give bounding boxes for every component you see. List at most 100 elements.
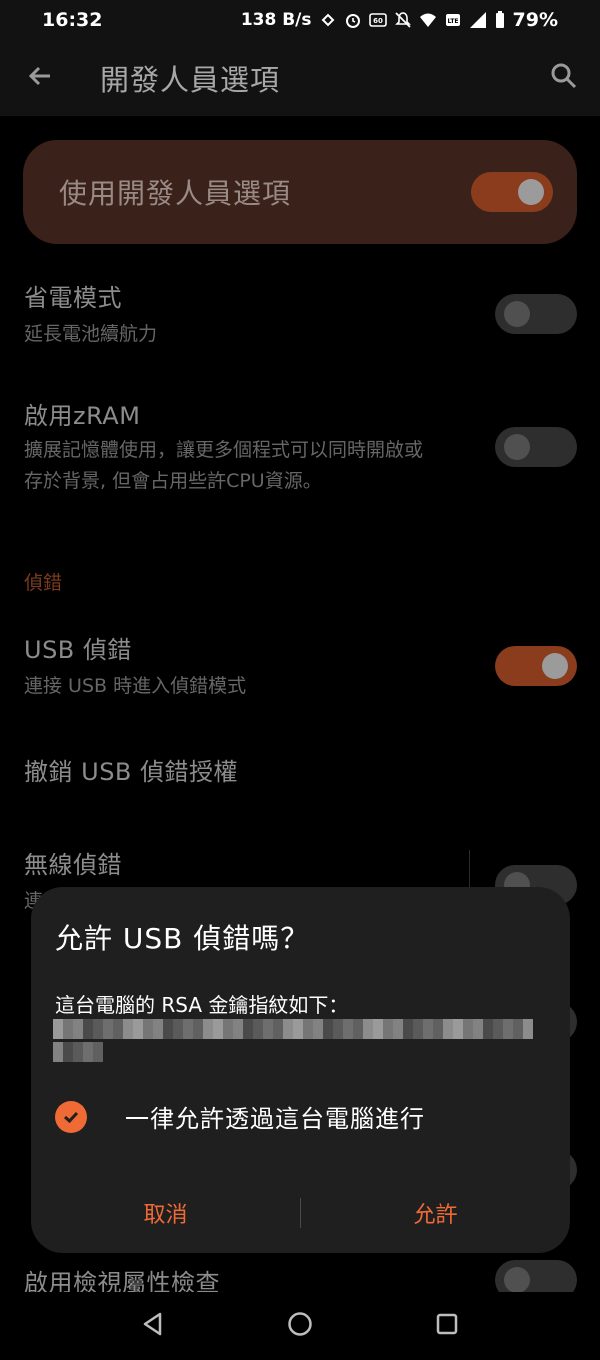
switch-knob [504, 433, 530, 460]
svg-text:LTE: LTE [447, 18, 458, 25]
refresh-rate-icon: 60 [368, 11, 387, 29]
usb-debug-switch[interactable] [495, 646, 577, 686]
setting-title: 無線偵錯 [24, 851, 122, 879]
master-toggle-label: 使用開發人員選項 [59, 177, 292, 210]
setting-title: 撤銷 USB 偵錯授權 [24, 758, 239, 786]
redaction-pixel [123, 1019, 133, 1039]
redaction-pixel [483, 1019, 493, 1039]
dialog-buttons: 取消 允許 [31, 1193, 570, 1233]
redaction-pixel [103, 1019, 113, 1039]
nav-recents-button[interactable] [427, 1306, 467, 1346]
redaction-pixel [163, 1019, 173, 1039]
redaction-pixel [143, 1019, 153, 1039]
cell-signal-icon [469, 11, 487, 29]
redaction-pixel [83, 1042, 93, 1062]
section-header-debug: 偵錯 [24, 572, 63, 594]
setting-title: 啟用zRAM [24, 402, 141, 430]
zram-switch[interactable] [495, 426, 577, 467]
redaction-pixel [83, 1019, 93, 1039]
redaction-pixel [323, 1019, 333, 1039]
redaction-pixel [383, 1019, 393, 1039]
redaction-pixel [413, 1019, 423, 1039]
divider [469, 850, 470, 890]
search-button[interactable] [528, 40, 600, 116]
redaction-pixel [193, 1019, 203, 1039]
redaction-pixel [343, 1019, 353, 1039]
back-button[interactable] [0, 40, 80, 116]
redaction-pixel [313, 1019, 323, 1039]
redaction-pixel [223, 1019, 233, 1039]
checkmark-icon [55, 1100, 87, 1133]
alarm-icon [344, 11, 362, 29]
search-icon [550, 62, 578, 94]
triangle-back-icon [140, 1311, 166, 1341]
status-icons: 138 B/s 60 LTE 79% [241, 9, 558, 31]
cancel-button[interactable]: 取消 [31, 1197, 300, 1229]
rsa-fingerprint-redacted [53, 1018, 535, 1064]
nav-back-button[interactable] [133, 1306, 173, 1346]
redaction-pixel [213, 1019, 223, 1039]
setting-subtitle-line1: 擴展記憶體使用，讓更多個程式可以同時開啟或 [24, 439, 424, 461]
dialog-message: 這台電腦的 RSA 金鑰指紋如下： [55, 993, 349, 1017]
status-time: 16:32 [42, 9, 103, 31]
setting-subtitle: 連接 USB 時進入偵錯模式 [24, 675, 247, 697]
redaction-pixel [63, 1042, 73, 1062]
redaction-pixel [183, 1019, 193, 1039]
redaction-pixel [303, 1019, 313, 1039]
redaction-pixel [203, 1019, 213, 1039]
allow-button[interactable]: 允許 [301, 1197, 570, 1229]
redaction-pixel [133, 1019, 143, 1039]
redaction-pixel [53, 1019, 63, 1039]
switch-knob [504, 1267, 530, 1293]
svg-text:60: 60 [373, 17, 383, 25]
redaction-pixel [373, 1019, 383, 1039]
redaction-pixel [493, 1019, 503, 1039]
redaction-pixel [283, 1019, 293, 1039]
app-bar: 開發人員選項 [0, 40, 600, 116]
always-allow-checkbox[interactable]: 一律允許透過這台電腦進行 [55, 1099, 425, 1134]
redaction-pixel [73, 1042, 83, 1062]
redaction-pixel [403, 1019, 413, 1039]
redaction-pixel [93, 1042, 103, 1062]
redaction-pixel [423, 1019, 433, 1039]
redaction-pixel [333, 1019, 343, 1039]
battery-percent: 79% [512, 9, 558, 31]
nav-home-button[interactable] [280, 1306, 320, 1346]
redaction-pixel [443, 1019, 453, 1039]
redaction-pixel [273, 1019, 283, 1039]
redaction-pixel [363, 1019, 373, 1039]
rotate-icon [319, 11, 337, 29]
redaction-pixel [53, 1042, 63, 1062]
always-allow-label: 一律允許透過這台電腦進行 [125, 1105, 425, 1133]
redaction-pixel [153, 1019, 163, 1039]
redaction-pixel [503, 1019, 513, 1039]
redaction-pixel [243, 1019, 253, 1039]
usb-debug-dialog: 允許 USB 偵錯嗎？ 這台電腦的 RSA 金鑰指紋如下： 一律允許透過這台電腦… [31, 887, 570, 1253]
redaction-pixel [453, 1019, 463, 1039]
switch-knob [518, 179, 544, 205]
square-recents-icon [434, 1311, 460, 1341]
battery-saver-switch[interactable] [495, 294, 577, 334]
volte-icon: LTE [444, 11, 462, 29]
page-title: 開發人員選項 [100, 63, 281, 97]
master-switch[interactable] [471, 172, 553, 212]
battery-icon [494, 11, 506, 29]
redaction-pixel [173, 1019, 183, 1039]
switch-knob [542, 653, 568, 679]
wifi-icon [419, 11, 437, 29]
redaction-pixel [433, 1019, 443, 1039]
developer-options-master-toggle[interactable]: 使用開發人員選項 [23, 140, 577, 244]
redaction-pixel [353, 1019, 363, 1039]
redaction-pixel [113, 1019, 123, 1039]
circle-home-icon [286, 1310, 314, 1342]
status-bar: 16:32 138 B/s 60 LTE 79% [0, 0, 600, 40]
setting-usb-debugging[interactable]: USB 偵錯 連接 USB 時進入偵錯模式 [24, 630, 577, 702]
setting-subtitle: 延長電池續航力 [24, 323, 158, 345]
redaction-pixel [233, 1019, 243, 1039]
setting-revoke-usb-auth[interactable]: 撤銷 USB 偵錯授權 [24, 752, 577, 787]
setting-battery-saver[interactable]: 省電模式 延長電池續航力 [24, 278, 577, 350]
navigation-bar [0, 1292, 600, 1360]
setting-zram[interactable]: 啟用zRAM 擴展記憶體使用，讓更多個程式可以同時開啟或 存於背景, 但會占用些… [24, 396, 577, 497]
redaction-pixel [63, 1019, 73, 1039]
arrow-back-icon [26, 62, 54, 94]
